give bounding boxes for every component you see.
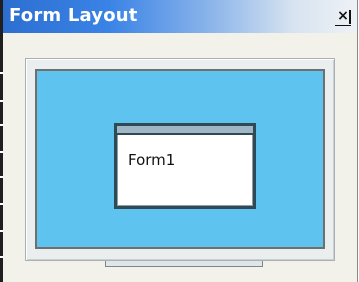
form-layout-window: Form Layout × Form1 <box>3 0 358 282</box>
form1-preview[interactable]: Form1 <box>114 123 256 209</box>
close-icon-underline <box>335 25 351 26</box>
close-icon-bar <box>349 10 351 24</box>
window-title: Form Layout <box>9 5 138 26</box>
title-bar[interactable]: Form Layout × <box>3 0 357 33</box>
monitor-stand <box>105 261 263 267</box>
close-button[interactable]: × <box>335 8 351 26</box>
form1-label: Form1 <box>128 151 176 169</box>
form1-title-bar <box>117 126 253 135</box>
close-icon: × <box>337 8 349 24</box>
